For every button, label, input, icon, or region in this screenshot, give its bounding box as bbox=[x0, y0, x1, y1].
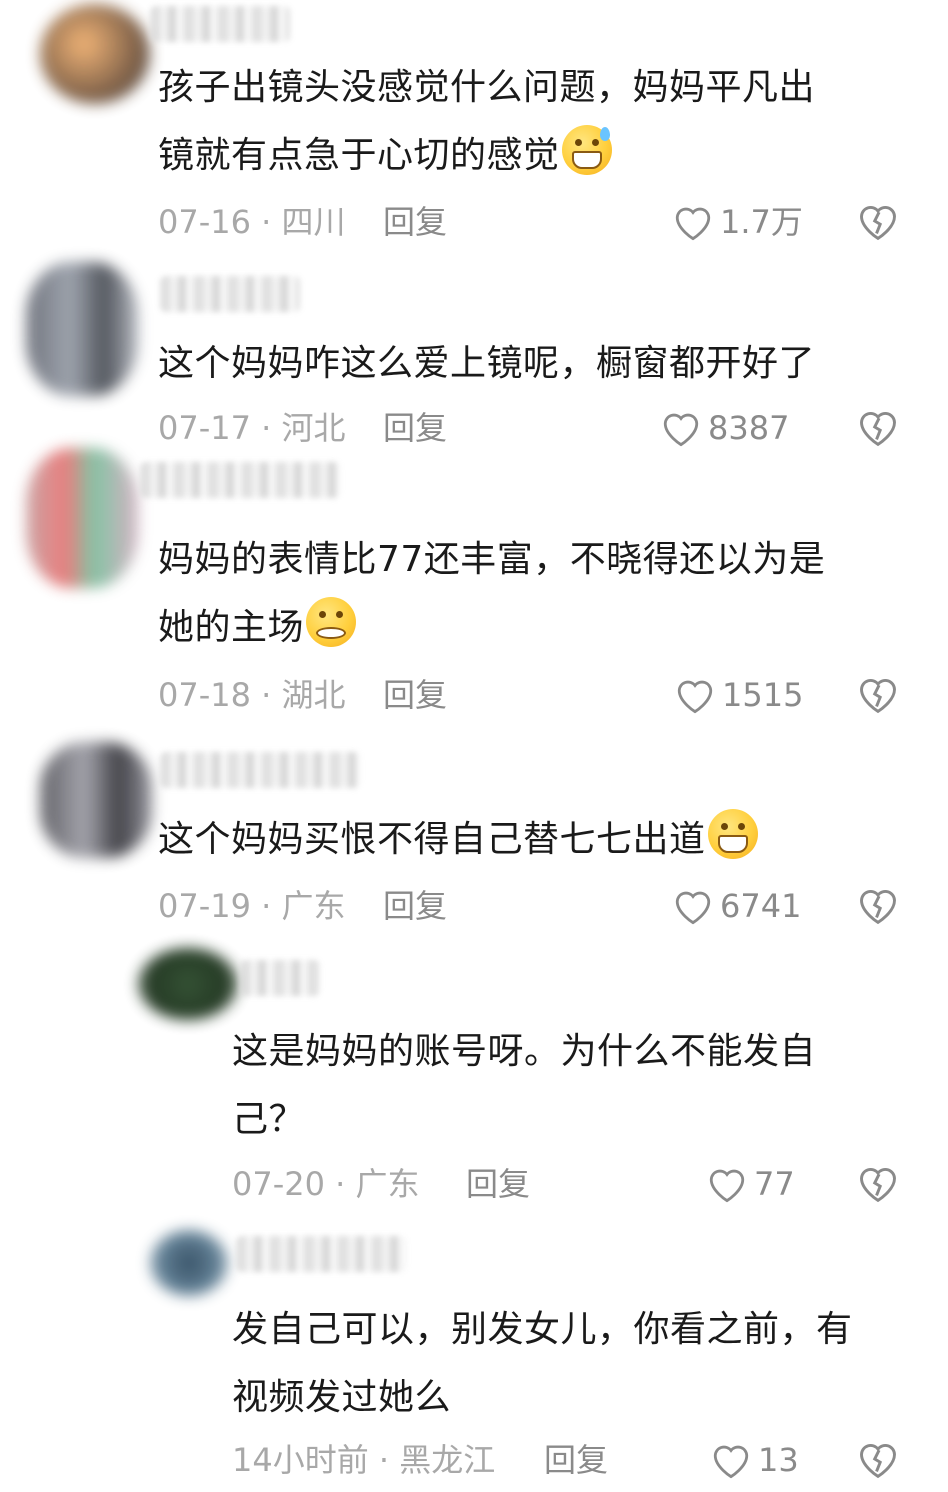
avatar[interactable] bbox=[40, 742, 152, 858]
comment-meta: 07-18 · 湖北 bbox=[158, 676, 346, 714]
grin-emoji bbox=[707, 809, 758, 859]
like-button[interactable]: 13 bbox=[710, 1438, 799, 1482]
comment-text: 妈妈的表情比77还丰富，不晓得还以为是 她的主场 bbox=[158, 539, 826, 648]
broken-heart-icon bbox=[860, 205, 896, 241]
dislike-button[interactable] bbox=[856, 673, 900, 717]
pleading-emoji bbox=[306, 597, 357, 647]
broken-heart-icon bbox=[860, 889, 896, 925]
comment-text: 这个妈妈买恨不得自己替七七出道 bbox=[158, 806, 758, 874]
like-button[interactable]: 8387 bbox=[660, 406, 789, 450]
dislike-button[interactable] bbox=[856, 1438, 900, 1482]
reply-button[interactable]: 回复 bbox=[383, 884, 447, 928]
reply-button[interactable]: 回复 bbox=[383, 406, 447, 450]
like-button[interactable]: 77 bbox=[706, 1162, 795, 1206]
username-blurred[interactable] bbox=[240, 960, 320, 996]
heart-icon bbox=[675, 207, 711, 241]
comment-meta: 14小时前 · 黑龙江 bbox=[232, 1441, 496, 1479]
reply-button[interactable]: 回复 bbox=[383, 200, 447, 244]
heart-icon bbox=[677, 680, 713, 714]
reply-button[interactable]: 回复 bbox=[383, 673, 447, 717]
username-blurred[interactable] bbox=[160, 276, 300, 312]
avatar[interactable] bbox=[150, 1230, 228, 1296]
comment-meta: 07-20 · 广东 bbox=[232, 1165, 420, 1203]
username-blurred[interactable] bbox=[150, 6, 290, 42]
dislike-button[interactable] bbox=[856, 884, 900, 928]
username-blurred[interactable] bbox=[160, 752, 360, 788]
broken-heart-icon bbox=[860, 1443, 896, 1479]
dislike-button[interactable] bbox=[856, 406, 900, 450]
like-count: 8387 bbox=[708, 409, 790, 447]
like-button[interactable]: 1.7万 bbox=[672, 200, 803, 244]
broken-heart-icon bbox=[860, 1167, 896, 1203]
comment-meta: 07-16 · 四川 bbox=[158, 203, 346, 241]
avatar[interactable] bbox=[26, 262, 138, 396]
like-button[interactable]: 6741 bbox=[672, 884, 801, 928]
broken-heart-icon bbox=[860, 411, 896, 447]
reply-button[interactable]: 回复 bbox=[466, 1162, 530, 1206]
dislike-button[interactable] bbox=[856, 1162, 900, 1206]
comment-text: 这个妈妈咋这么爱上镜呢，橱窗都开好了 bbox=[158, 343, 816, 384]
like-count: 1515 bbox=[722, 676, 804, 714]
avatar[interactable] bbox=[40, 4, 150, 104]
avatar[interactable] bbox=[26, 448, 138, 588]
comment-text: 这是妈妈的账号呀。为什么不能发自 己？ bbox=[232, 1031, 817, 1140]
heart-icon bbox=[675, 891, 711, 925]
reply-button[interactable]: 回复 bbox=[544, 1438, 608, 1482]
heart-icon bbox=[663, 413, 699, 447]
like-count: 13 bbox=[758, 1441, 799, 1479]
username-blurred[interactable] bbox=[236, 1236, 406, 1272]
heart-icon bbox=[713, 1445, 749, 1479]
comment-meta: 07-17 · 河北 bbox=[158, 409, 346, 447]
comment-text: 发自己可以，别发女儿，你看之前，有 视频发过她么 bbox=[232, 1309, 853, 1418]
avatar[interactable] bbox=[138, 948, 238, 1020]
like-count: 6741 bbox=[720, 887, 802, 925]
broken-heart-icon bbox=[860, 678, 896, 714]
sweat-grin-emoji bbox=[561, 125, 612, 175]
like-button[interactable]: 1515 bbox=[674, 673, 803, 717]
comment-text: 孩子出镜头没感觉什么问题，妈妈平凡出 镜就有点急于心切的感觉 bbox=[158, 67, 816, 176]
heart-icon bbox=[709, 1169, 745, 1203]
like-count: 77 bbox=[754, 1165, 795, 1203]
comment-meta: 07-19 · 广东 bbox=[158, 887, 346, 925]
dislike-button[interactable] bbox=[856, 200, 900, 244]
like-count: 1.7万 bbox=[720, 203, 803, 241]
username-blurred[interactable] bbox=[140, 462, 340, 498]
